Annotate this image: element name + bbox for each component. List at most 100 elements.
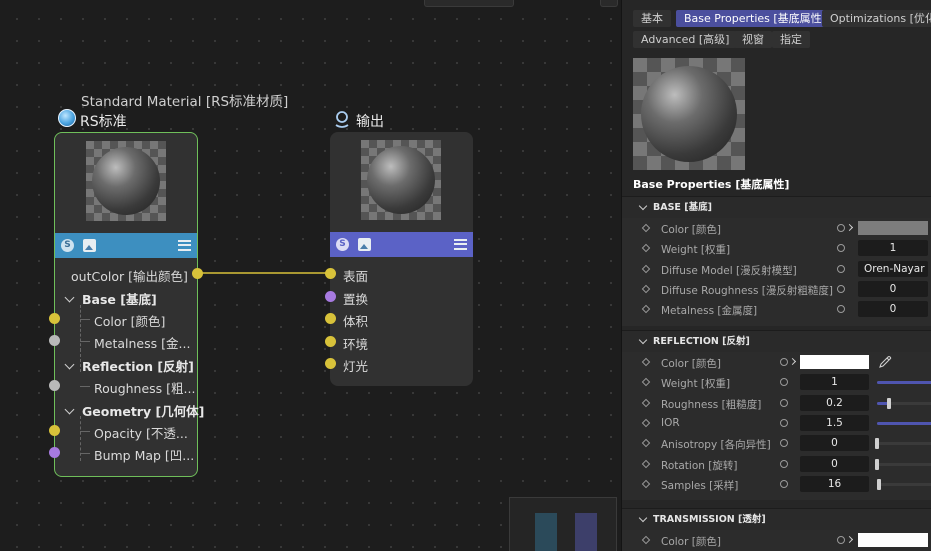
tab-tabs_row2-0[interactable]: Advanced [高级]	[633, 31, 738, 48]
diffuse-model-select[interactable]: Oren-Nayar	[858, 260, 928, 277]
tab-tabs_row2-1[interactable]: 视窗	[734, 31, 772, 48]
number-field[interactable]: 1.5	[800, 414, 869, 431]
input-port[interactable]	[49, 425, 60, 436]
keyframe-diamond-icon[interactable]	[641, 535, 651, 545]
preview-sphere	[641, 66, 737, 162]
keyframe-diamond-icon[interactable]	[641, 418, 651, 428]
chevron-down-icon[interactable]	[64, 404, 75, 415]
keyframe-diamond-icon[interactable]	[641, 244, 651, 253]
chevron-right-icon[interactable]	[788, 357, 797, 366]
standard-node-title[interactable]: RS标准	[80, 111, 127, 131]
keyframe-diamond-icon[interactable]	[641, 284, 651, 294]
slider-knob[interactable]	[887, 397, 891, 409]
keyframe-diamond-icon[interactable]	[641, 438, 651, 448]
chevron-down-icon[interactable]	[64, 292, 75, 303]
connect-port-icon[interactable]	[780, 479, 788, 488]
connect-port-icon[interactable]	[780, 459, 788, 468]
connect-port-icon[interactable]	[780, 358, 788, 366]
value-slider[interactable]	[877, 421, 931, 425]
tree-connector	[80, 431, 90, 432]
color-swatch[interactable]	[858, 221, 928, 235]
image-icon[interactable]	[358, 238, 371, 251]
number-field[interactable]: 1	[800, 374, 869, 391]
image-icon[interactable]	[83, 239, 96, 252]
input-port[interactable]	[49, 335, 60, 346]
connect-port-icon[interactable]	[780, 439, 788, 448]
tab-tabs_row2-2[interactable]: 指定	[772, 31, 810, 48]
input-port[interactable]	[49, 313, 60, 324]
chevron-right-icon[interactable]	[845, 223, 854, 232]
section-header[interactable]: TRANSMISSION [透射]	[622, 508, 931, 530]
number-field[interactable]: 16	[800, 475, 869, 492]
number-field[interactable]: 0	[800, 435, 869, 452]
s-badge-icon[interactable]: S	[336, 238, 349, 251]
input-port-row[interactable]: Bump Map [凹...	[80, 445, 194, 464]
number-field[interactable]: 0	[800, 455, 869, 472]
connect-port-icon[interactable]	[837, 264, 845, 273]
group-header[interactable]: Geometry [几何体]	[64, 401, 204, 420]
tab-tabs_row1-2[interactable]: Optimizations [优化]	[822, 10, 931, 27]
keyframe-diamond-icon[interactable]	[641, 479, 651, 489]
output-input-port[interactable]	[325, 335, 336, 347]
output-input-port[interactable]	[325, 358, 336, 369]
value-slider[interactable]	[877, 397, 931, 409]
input-port-row[interactable]: Roughness [粗...	[80, 378, 195, 397]
keyframe-diamond-icon[interactable]	[641, 304, 651, 314]
number-field[interactable]: 1	[858, 240, 928, 257]
out-color-port[interactable]	[192, 268, 203, 279]
s-badge-icon[interactable]: S	[61, 239, 74, 252]
node-editor[interactable]: Standard Material [RS标准材质] RS标准 S outCol…	[0, 0, 621, 551]
chevron-down-icon[interactable]	[638, 513, 648, 523]
minimap[interactable]	[509, 497, 617, 551]
output-node-title[interactable]: 输出	[356, 111, 384, 131]
section-header[interactable]: REFLECTION [反射]	[622, 330, 931, 352]
connect-port-icon[interactable]	[837, 305, 845, 314]
output-input-port[interactable]	[325, 313, 336, 324]
input-port-row[interactable]: Opacity [不透...	[80, 423, 188, 442]
value-slider[interactable]	[877, 381, 931, 385]
keyframe-diamond-icon[interactable]	[641, 378, 651, 387]
connect-port-icon[interactable]	[837, 536, 845, 544]
color-swatch[interactable]	[858, 533, 928, 547]
tab-tabs_row1-0[interactable]: 基本	[633, 10, 671, 27]
output-input-port[interactable]	[325, 268, 336, 279]
value-slider[interactable]	[875, 458, 931, 470]
number-field[interactable]: 0	[858, 301, 928, 318]
keyframe-diamond-icon[interactable]	[641, 223, 651, 233]
output-input-port[interactable]	[325, 290, 336, 302]
color-swatch[interactable]	[800, 355, 869, 369]
keyframe-diamond-icon[interactable]	[641, 398, 651, 407]
input-port-row[interactable]: Color [颜色]	[80, 311, 165, 330]
connect-port-icon[interactable]	[780, 378, 788, 387]
input-port-row[interactable]: Metalness [金...	[80, 333, 190, 352]
value-slider[interactable]	[876, 478, 931, 490]
eyedropper-icon[interactable]	[878, 355, 892, 369]
input-port[interactable]	[49, 447, 60, 458]
connect-port-icon[interactable]	[837, 244, 845, 253]
slider-knob[interactable]	[875, 438, 879, 450]
keyframe-diamond-icon[interactable]	[641, 264, 651, 273]
number-field[interactable]: 0.2	[800, 394, 869, 411]
tab-tabs_row1-1[interactable]: Base Properties [基底属性]	[676, 10, 834, 27]
chevron-down-icon[interactable]	[638, 335, 648, 345]
input-port[interactable]	[49, 380, 60, 391]
property-row: Color [颜色]	[622, 353, 931, 373]
keyframe-diamond-icon[interactable]	[641, 459, 651, 468]
connect-port-icon[interactable]	[780, 398, 788, 407]
group-header[interactable]: Reflection [反射]	[64, 356, 194, 375]
section-header[interactable]: BASE [基底]	[622, 196, 931, 218]
number-field[interactable]: 0	[858, 280, 928, 297]
keyframe-diamond-icon[interactable]	[641, 357, 651, 367]
connect-port-icon[interactable]	[837, 284, 845, 293]
chevron-right-icon[interactable]	[845, 535, 854, 544]
connect-port-icon[interactable]	[837, 224, 845, 232]
chevron-down-icon[interactable]	[64, 359, 75, 370]
slider-knob[interactable]	[876, 478, 881, 490]
chevron-down-icon[interactable]	[638, 201, 648, 211]
menu-icon[interactable]	[178, 240, 191, 251]
connect-port-icon[interactable]	[780, 418, 788, 427]
menu-icon[interactable]	[454, 239, 467, 250]
slider-knob[interactable]	[875, 458, 879, 470]
value-slider[interactable]	[875, 438, 931, 450]
output-icon	[334, 110, 350, 128]
